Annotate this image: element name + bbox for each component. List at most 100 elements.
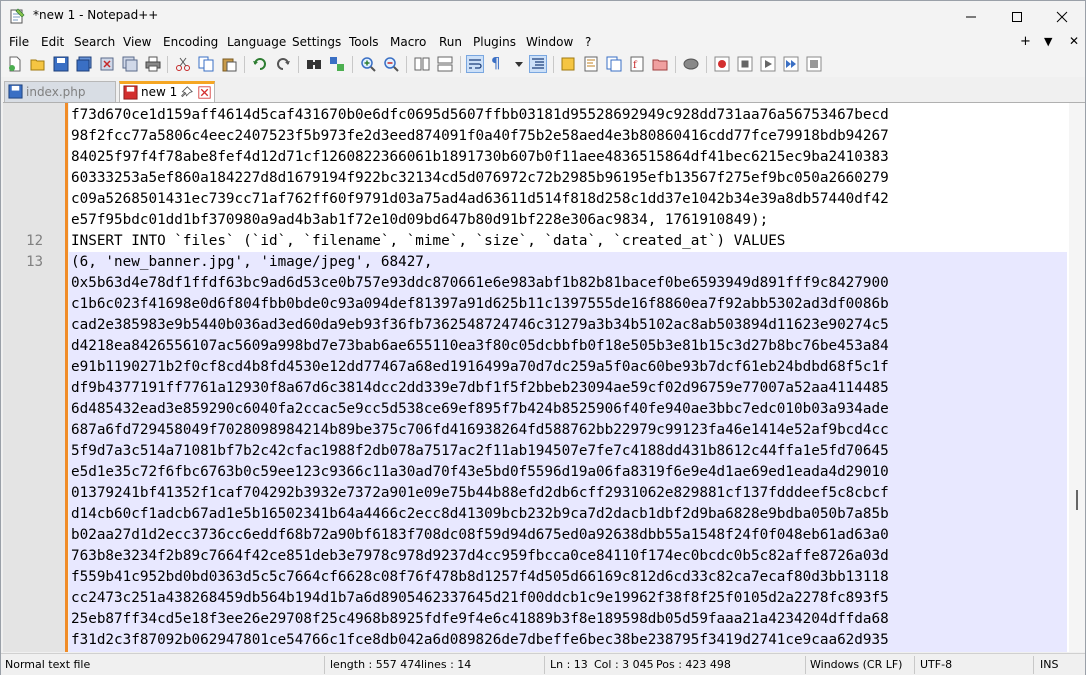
menu-view[interactable]: View [123,35,151,49]
code-line: cad2e385983e9b5440b036ad3ed60da9eb93f36f… [71,317,889,333]
undo-icon[interactable] [252,56,268,72]
redo-icon[interactable] [275,56,291,72]
toolbar-separator [167,56,168,73]
word-wrap-icon[interactable] [466,55,484,73]
line-number: 13 [26,254,43,270]
replace-icon[interactable] [329,56,345,72]
show-all-chars-icon[interactable]: ¶ [491,54,507,72]
zoom-out-icon[interactable] [383,56,399,72]
window-title: *new 1 - Notepad++ [33,8,159,22]
editor-pane[interactable]: 12 13 f73d670ce1d159aff4614d5caf431670b0… [3,102,1085,652]
macro-save-icon[interactable] [806,56,822,72]
code-line: 0x5b63d4e78df1ffdf63bc9ad6d53ce0b757e93d… [71,275,889,291]
code-line: c09a5268501431ec739cc71af762ff60f9791d03… [71,191,889,207]
doc-list-icon[interactable] [606,56,622,72]
code-line: e91b1190271b2f0cf8cd4b8fd4530e12dd77467a… [71,359,889,375]
code-line: (6, 'new_banner.jpg', 'image/jpeg', 6842… [71,254,433,270]
menu-bar: File Edit Search View Encoding Language … [1,32,1085,52]
folder-workspace-icon[interactable] [652,56,668,72]
status-eol[interactable]: Windows (CR LF) [810,658,902,671]
find-icon[interactable] [306,56,322,72]
vertical-scrollbar[interactable] [1069,103,1085,652]
code-line: c1b6c023f41698e0d6f804fbb0bde0c93a094def… [71,296,889,312]
status-lines: lines : 14 [421,658,472,671]
sync-horizontal-scroll-icon[interactable] [437,56,453,72]
macro-play-icon[interactable] [760,56,776,72]
udl-icon[interactable] [560,56,576,72]
pin-icon[interactable] [180,86,193,99]
status-position: Pos : 423 498 [656,658,731,671]
open-file-icon[interactable] [30,56,46,72]
copy-icon[interactable] [198,56,214,72]
tab-new-1[interactable]: new 1 [119,81,215,102]
tab-close-icon[interactable] [198,86,211,99]
code-line: f559b41c952bd0bd0363d5c5c7664cf6628c08f7… [71,569,889,585]
dropdown-arrow-icon[interactable] [511,56,527,72]
text-area[interactable]: f73d670ce1d159aff4614d5caf431670b0e6dfc0… [69,103,1067,652]
status-insert-mode[interactable]: INS [1040,658,1058,671]
monitoring-icon[interactable] [683,56,699,72]
new-file-icon[interactable] [7,56,23,72]
notepad-app-icon [10,8,25,24]
indent-guide-icon[interactable] [529,55,547,73]
status-separator [1033,656,1034,674]
status-separator [805,656,806,674]
close-file-icon[interactable] [99,56,115,72]
code-line: cc2473c251a438268459db564b194d1b7a6d8905… [71,590,889,606]
menu-search[interactable]: Search [74,35,115,49]
macro-record-icon[interactable] [714,56,730,72]
close-all-icon[interactable] [122,56,138,72]
macro-stop-icon[interactable] [737,56,753,72]
menu-language[interactable]: Language [227,35,286,49]
menu-file[interactable]: File [9,35,29,49]
code-line: e57f95bdc01dd1bf370980a9ad4b3ab1f72e10d0… [71,212,769,228]
minimize-icon [966,16,976,17]
maximize-icon [1012,11,1022,22]
saved-file-icon [8,84,23,99]
menu-window[interactable]: Window [526,35,573,49]
menu-plugins[interactable]: Plugins [473,35,516,49]
code-line: d4218ea8426556107ac5609a998bd7e73bab6ae6… [71,338,889,354]
menu-encoding[interactable]: Encoding [163,35,218,49]
menu-settings[interactable]: Settings [292,35,341,49]
status-length: length : 557 474 [330,658,422,671]
new-tab-plus-button[interactable]: + [1020,34,1031,49]
paste-icon[interactable] [221,56,237,72]
menu-help[interactable]: ? [585,35,591,49]
tab-index-php[interactable]: index.php [4,81,116,102]
toolbar-separator [298,56,299,73]
menu-edit[interactable]: Edit [41,35,64,49]
close-window-button[interactable] [1039,1,1085,32]
doc-map-icon[interactable] [583,56,599,72]
scrollbar-thumb[interactable] [1076,490,1078,510]
status-encoding[interactable]: UTF-8 [920,658,952,671]
code-line: 5f9d7a3c514a71081bf7b2c42cfac1988f2db078… [71,443,889,459]
save-all-icon[interactable] [76,56,92,72]
status-separator [914,656,915,674]
tab-list-dropdown-button[interactable]: ▼ [1044,35,1052,48]
code-line: 25eb87ff34cd5e18f3ee26e29708f25c4968b892… [71,611,889,627]
status-bar: Normal text file length : 557 474 lines … [1,653,1085,675]
save-icon[interactable] [53,56,69,72]
print-icon[interactable] [145,56,161,72]
menu-run[interactable]: Run [439,35,462,49]
code-line: e5d1e35c72f6fbc6763b0c59ee123c9366c11a30… [71,464,889,480]
title-bar: *new 1 - Notepad++ [1,1,1085,32]
toolbar-separator [675,56,676,73]
function-list-icon[interactable]: f [629,56,645,72]
macro-play-multiple-icon[interactable] [783,56,799,72]
code-line: 98f2fcc77a5806c4eec2407523f5b973fe2d3eed… [71,128,889,144]
cut-icon[interactable] [175,56,191,72]
close-icon [1056,11,1068,22]
code-line: 84025f97f4f78abe8fef4d12d71cf12608223660… [71,149,889,165]
toolbar-separator [352,56,353,73]
status-line: Ln : 13 [550,658,588,671]
sync-vertical-scroll-icon[interactable] [414,56,430,72]
maximize-button[interactable] [994,1,1040,32]
minimize-button[interactable] [948,1,994,32]
menu-tools[interactable]: Tools [349,35,379,49]
menu-macro[interactable]: Macro [390,35,426,49]
close-document-button[interactable]: ✕ [1069,34,1079,48]
code-line: 687a6fd729458049f7028098984214b89be375c7… [71,422,889,438]
zoom-in-icon[interactable] [360,56,376,72]
